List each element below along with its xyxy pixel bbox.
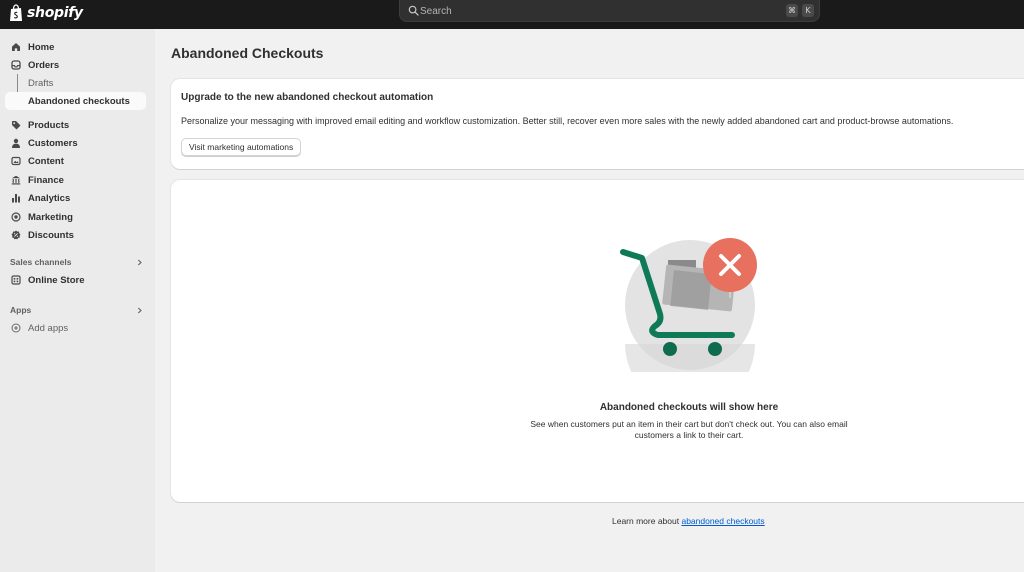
tag-icon [12,121,21,130]
shopify-logo[interactable]: shopify [9,4,83,22]
shortcut-cmd-key: ⌘ [786,4,798,17]
learn-more-text: Learn more about [612,516,682,526]
sidebar-item-finance[interactable]: Finance [5,171,146,189]
empty-state-description: See when customers put an item in their … [530,419,848,440]
abandoned-cart-illustration [620,232,768,372]
page-title: Abandoned Checkouts [171,45,324,61]
promo-text: Personalize your messaging with improved… [181,116,954,126]
learn-more-line: Learn more about abandoned checkouts [612,516,765,526]
abandoned-checkouts-link[interactable]: abandoned checkouts [681,516,764,526]
shopify-bag-icon [10,4,22,21]
sidebar-item-label: Add apps [28,322,69,334]
empty-state-card: Abandoned checkouts will show here See w… [171,180,1024,502]
sidebar-item-label: Analytics [28,192,71,204]
sidebar-item-abandoned-checkouts[interactable]: Abandoned checkouts [5,92,146,110]
sidebar-item-label: Finance [28,174,64,186]
sidebar-item-label: Discounts [28,229,74,241]
apps-heading[interactable]: Apps [10,305,31,315]
brand-name: shopify [27,5,83,21]
sidebar-item-label: Home [28,41,55,53]
shortcut-k-key: K [802,4,814,17]
sidebar-item-add-apps[interactable]: Add apps [5,319,146,337]
sidebar-item-customers[interactable]: Customers [5,134,146,152]
sidebar-item-marketing[interactable]: Marketing [5,208,146,226]
sidebar-item-drafts[interactable]: Drafts [5,74,146,92]
sidebar-item-products[interactable]: Products [5,116,146,134]
sidebar-item-label: Content [28,155,64,167]
sidebar-item-discounts[interactable]: Discounts [5,226,146,244]
sidebar-item-label: Abandoned checkouts [28,95,130,107]
person-icon [12,138,20,148]
promo-card: Upgrade to the new abandoned checkout au… [171,79,1024,169]
sales-channels-heading[interactable]: Sales channels [10,257,71,267]
sidebar-item-orders[interactable]: Orders [5,56,146,74]
sidebar-item-label: Orders [28,59,60,71]
search-input[interactable] [420,3,760,19]
chevron-right-icon[interactable] [136,307,143,314]
content-icon [11,156,21,166]
visit-marketing-automations-button[interactable]: Visit marketing automations [181,138,302,156]
empty-state-title: Abandoned checkouts will show here [599,402,779,413]
sidebar-item-home[interactable]: Home [5,38,146,56]
store-icon [11,275,21,285]
orders-icon [11,60,21,70]
discount-icon [11,230,21,240]
bar-chart-icon [12,194,20,203]
sidebar-item-content[interactable]: Content [5,152,146,170]
chevron-right-icon[interactable] [136,259,143,266]
search-bar[interactable]: ⌘ K [399,0,820,22]
sidebar-item-analytics[interactable]: Analytics [5,189,146,207]
bank-icon [11,175,21,185]
sidebar-item-label: Online Store [28,274,85,286]
sidebar-item-label: Drafts [28,77,54,89]
sidebar-item-label: Marketing [28,211,73,223]
target-icon [11,212,21,222]
home-icon [12,43,20,51]
add-circle-icon [11,323,21,333]
sidebar-item-online-store[interactable]: Online Store [5,271,146,289]
sidebar [0,29,155,572]
search-icon [408,5,419,16]
top-bar: shopify ⌘ K [0,0,1024,29]
sidebar-item-label: Products [28,119,70,131]
sidebar-item-label: Customers [28,137,78,149]
promo-title: Upgrade to the new abandoned checkout au… [181,92,434,103]
